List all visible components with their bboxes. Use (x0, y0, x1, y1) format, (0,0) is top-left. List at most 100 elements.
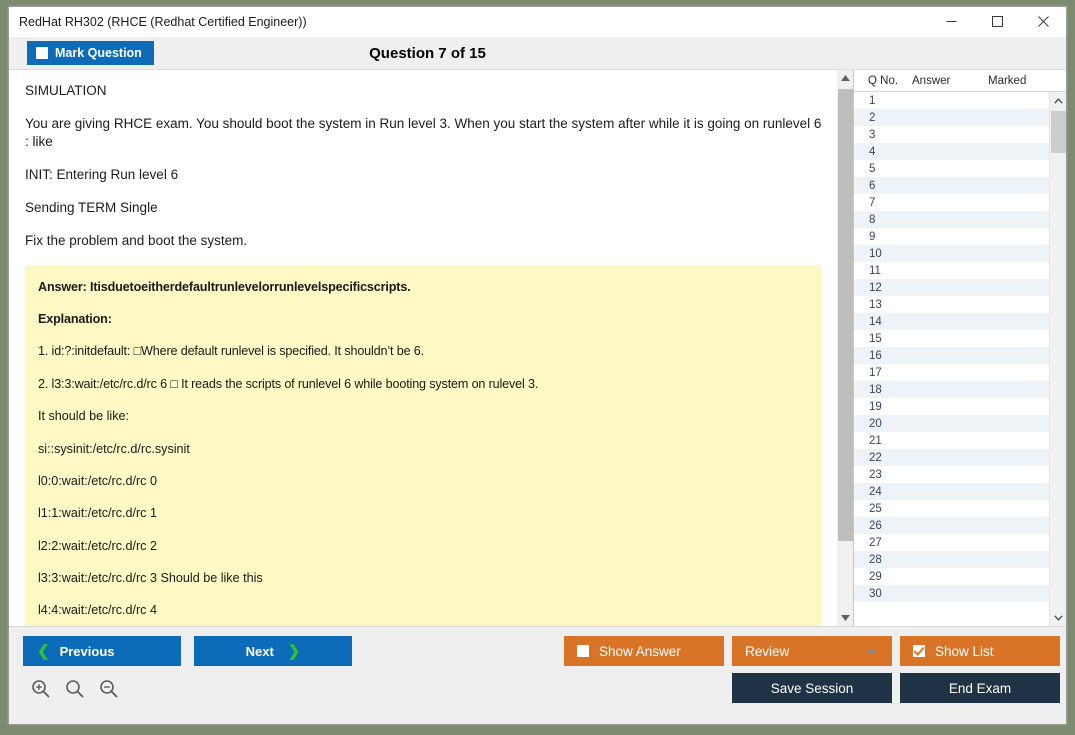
question-content: SIMULATION You are giving RHCE exam. You… (9, 70, 836, 626)
question-list-row[interactable]: 3 (854, 126, 1049, 143)
question-list-row[interactable]: 1 (854, 92, 1049, 109)
mark-question-label: Mark Question (55, 46, 142, 60)
chevron-right-icon: ❯ (288, 644, 301, 659)
minimize-icon[interactable] (928, 7, 974, 37)
question-list-row-number: 7 (869, 197, 875, 209)
question-list-body: 1234567891011121314151617181920212223242… (854, 92, 1066, 626)
question-list-row[interactable]: 14 (854, 313, 1049, 330)
question-list-scrollbar[interactable] (1049, 92, 1066, 626)
next-button[interactable]: Next ❯ (194, 636, 352, 666)
question-list-row[interactable]: 18 (854, 381, 1049, 398)
show-answer-button[interactable]: Show Answer (564, 636, 724, 666)
content-scrollbar[interactable] (836, 70, 853, 626)
show-answer-checkbox-icon[interactable] (577, 645, 589, 657)
question-list-row-number: 13 (869, 299, 882, 311)
question-list-row-number: 27 (869, 537, 882, 549)
scroll-down-icon[interactable] (837, 609, 854, 626)
question-list-row[interactable]: 2 (854, 109, 1049, 126)
maximize-icon[interactable] (974, 7, 1020, 37)
question-list-row[interactable]: 19 (854, 398, 1049, 415)
question-list-row-number: 5 (869, 163, 875, 175)
question-list-rows[interactable]: 1234567891011121314151617181920212223242… (854, 92, 1049, 626)
previous-button[interactable]: ❮ Previous (23, 636, 181, 666)
list-scrollbar-track[interactable] (1050, 109, 1067, 609)
answer-panel: Answer: Itisduetoeitherdefaultrunlevelor… (25, 265, 822, 626)
question-list-row[interactable]: 17 (854, 364, 1049, 381)
column-header-marked: Marked (982, 75, 1066, 87)
question-list-row[interactable]: 27 (854, 534, 1049, 551)
mark-question-button[interactable]: Mark Question (27, 41, 154, 65)
question-list-row-number: 8 (869, 214, 875, 226)
explanation-line: l3:3:wait:/etc/rc.d/rc 3 Should be like … (38, 570, 808, 586)
question-list-row-number: 23 (869, 469, 882, 481)
question-list-row[interactable]: 23 (854, 466, 1049, 483)
explanation-line: It should be like: (38, 408, 808, 424)
explanation-line: l2:2:wait:/etc/rc.d/rc 2 (38, 538, 808, 554)
explanation-line: l4:4:wait:/etc/rc.d/rc 4 (38, 602, 808, 618)
list-scroll-down-icon[interactable] (1050, 609, 1067, 626)
question-list-row[interactable]: 9 (854, 228, 1049, 245)
question-list-row[interactable]: 22 (854, 449, 1049, 466)
question-list-row[interactable]: 5 (854, 160, 1049, 177)
explanation-line: 2. l3:3:wait:/etc/rc.d/rc 6 □ It reads t… (38, 376, 808, 392)
column-header-qno: Q No. (854, 75, 912, 87)
question-line: INIT: Entering Run level 6 (25, 166, 822, 184)
question-list-row[interactable]: 15 (854, 330, 1049, 347)
question-list-row-number: 14 (869, 316, 882, 328)
question-list-row-number: 9 (869, 231, 875, 243)
show-list-button[interactable]: Show List (900, 636, 1060, 666)
zoom-out-icon[interactable] (99, 679, 119, 699)
question-list-row-number: 11 (869, 265, 881, 277)
explanation-label: Explanation: (38, 311, 808, 327)
chevron-up-icon (866, 648, 878, 654)
question-list-panel: Q No. Answer Marked 12345678910111213141… (853, 70, 1066, 626)
question-list-row[interactable]: 24 (854, 483, 1049, 500)
previous-label: Previous (60, 644, 115, 659)
list-scrollbar-thumb[interactable] (1051, 111, 1066, 153)
list-scroll-up-icon[interactable] (1050, 92, 1067, 109)
question-list-row-number: 15 (869, 333, 882, 345)
show-list-checkbox-icon[interactable] (913, 645, 925, 657)
column-header-answer: Answer (912, 75, 982, 87)
exam-header: Mark Question Question 7 of 15 (9, 37, 1066, 70)
question-list-row[interactable]: 10 (854, 245, 1049, 262)
show-answer-label: Show Answer (599, 644, 681, 659)
show-list-label: Show List (935, 644, 994, 659)
scroll-up-icon[interactable] (837, 70, 854, 87)
question-list-row[interactable]: 29 (854, 568, 1049, 585)
question-list-row[interactable]: 8 (854, 211, 1049, 228)
question-list-row[interactable]: 25 (854, 500, 1049, 517)
title-bar: RedHat RH302 (RHCE (Redhat Certified Eng… (9, 7, 1066, 37)
close-icon[interactable] (1020, 7, 1066, 37)
end-exam-button[interactable]: End Exam (900, 673, 1060, 703)
question-list-row[interactable]: 6 (854, 177, 1049, 194)
mark-question-checkbox-icon[interactable] (36, 47, 48, 59)
question-counter: Question 7 of 15 (9, 45, 1066, 62)
question-list-row[interactable]: 16 (854, 347, 1049, 364)
question-list-header: Q No. Answer Marked (854, 70, 1066, 92)
question-list-row[interactable]: 13 (854, 296, 1049, 313)
question-list-row[interactable]: 4 (854, 143, 1049, 160)
question-list-row[interactable]: 20 (854, 415, 1049, 432)
zoom-icon[interactable] (65, 679, 85, 699)
end-exam-label: End Exam (949, 681, 1011, 696)
question-list-row[interactable]: 11 (854, 262, 1049, 279)
question-list-row[interactable]: 26 (854, 517, 1049, 534)
question-list-row[interactable]: 21 (854, 432, 1049, 449)
question-list-row-number: 29 (869, 571, 882, 583)
question-list-row-number: 26 (869, 520, 882, 532)
question-list-row[interactable]: 28 (854, 551, 1049, 568)
question-list-row-number: 24 (869, 486, 882, 498)
content-scrollbar-thumb[interactable] (838, 89, 853, 541)
save-session-button[interactable]: Save Session (732, 673, 892, 703)
question-list-row[interactable]: 12 (854, 279, 1049, 296)
exam-body: SIMULATION You are giving RHCE exam. You… (9, 70, 1066, 626)
content-scrollbar-track[interactable] (837, 87, 854, 609)
review-dropdown-button[interactable]: Review (732, 636, 892, 666)
question-list-row[interactable]: 7 (854, 194, 1049, 211)
question-list-row[interactable]: 30 (854, 585, 1049, 602)
zoom-in-icon[interactable] (31, 679, 51, 699)
explanation-line: si::sysinit:/etc/rc.d/rc.sysinit (38, 441, 808, 457)
question-content-wrap: SIMULATION You are giving RHCE exam. You… (9, 70, 853, 626)
next-label: Next (246, 644, 274, 659)
